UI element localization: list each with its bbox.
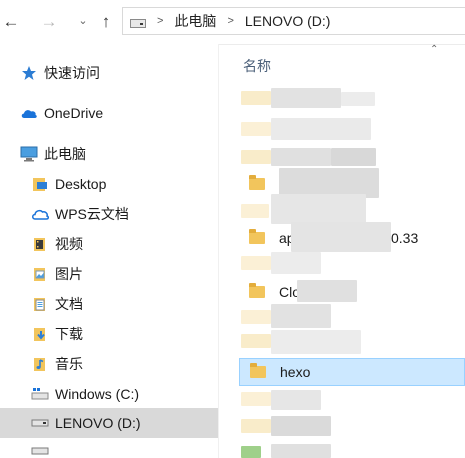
obscured-region xyxy=(271,148,331,166)
arrow-left-icon: ← xyxy=(2,11,20,31)
obscured-region xyxy=(241,91,271,105)
sidebar-item-quick-access[interactable]: 快速访问 xyxy=(0,58,218,88)
obscured-region xyxy=(271,194,366,224)
forward-button[interactable]: → xyxy=(38,10,60,32)
partial-text: 0.33 xyxy=(391,230,419,246)
chevron-down-icon: ⌄ xyxy=(78,14,88,27)
obscured-region xyxy=(291,222,391,252)
obscured-region xyxy=(271,416,331,436)
obscured-region xyxy=(241,150,271,164)
folder-icon xyxy=(249,283,265,298)
sidebar-item-desktop[interactable]: Desktop xyxy=(0,169,218,199)
sidebar-item-label: 音乐 xyxy=(55,356,83,372)
sidebar-item-documents[interactable]: 文档 xyxy=(0,289,218,319)
navigation-pane: 快速访问 OneDrive 此电脑 Desktop WPS云文档 视频 图片 文… xyxy=(0,44,218,458)
sidebar-item-label: 此电脑 xyxy=(44,146,86,162)
sidebar-item-videos[interactable]: 视频 xyxy=(0,229,218,259)
obscured-region xyxy=(271,444,331,458)
arrow-up-icon: ↑ xyxy=(101,11,111,31)
obscured-region xyxy=(271,88,341,108)
sidebar-item-label: 图片 xyxy=(55,266,83,282)
sidebar-item-music[interactable]: 音乐 xyxy=(0,349,218,379)
folder-icon xyxy=(249,229,265,244)
sidebar-item-label: 文档 xyxy=(55,296,83,312)
obscured-region xyxy=(241,122,271,136)
list-item-selected[interactable]: hexo xyxy=(239,358,465,386)
picture-folder-icon xyxy=(31,265,49,283)
obscured-region xyxy=(241,310,271,324)
list-item-label: hexo xyxy=(280,364,311,380)
cloud-icon xyxy=(31,205,49,223)
sidebar-item-label: 快速访问 xyxy=(44,65,100,81)
folder-icon xyxy=(31,175,49,193)
obscured-region xyxy=(271,390,321,410)
obscured-region xyxy=(271,252,321,274)
cloud-icon xyxy=(20,104,38,122)
obscured-region xyxy=(241,446,261,458)
obscured-region xyxy=(241,204,269,218)
obscured-region xyxy=(331,148,376,166)
breadcrumb-this-pc[interactable]: 此电脑 xyxy=(174,11,216,31)
drive-icon xyxy=(31,414,49,432)
obscured-region xyxy=(271,118,371,140)
obscured-region xyxy=(241,256,271,270)
recent-locations-button[interactable]: ⌄ xyxy=(72,10,94,32)
navigation-toolbar: ← → ⌄ ↑ > 此电脑 > LENOVO (D:) xyxy=(0,0,465,45)
sidebar-item-label: OneDrive xyxy=(44,105,104,121)
drive-icon xyxy=(31,444,49,458)
document-folder-icon xyxy=(31,295,49,313)
back-button[interactable]: ← xyxy=(0,10,22,32)
computer-icon xyxy=(20,145,38,163)
address-bar[interactable]: > 此电脑 > LENOVO (D:) xyxy=(122,7,465,35)
download-folder-icon xyxy=(31,325,49,343)
obscured-region xyxy=(271,304,331,328)
sidebar-item-pictures[interactable]: 图片 xyxy=(0,259,218,289)
sort-chevron-icon[interactable]: ⌃ xyxy=(430,44,438,55)
folder-icon xyxy=(249,175,265,190)
sidebar-item-label: Desktop xyxy=(55,176,107,192)
folder-icon xyxy=(250,363,266,378)
sidebar-item-label: WPS云文档 xyxy=(55,206,129,222)
drive-icon xyxy=(130,16,146,28)
sidebar-item-onedrive[interactable]: OneDrive xyxy=(0,98,218,128)
obscured-region xyxy=(241,392,271,406)
star-icon xyxy=(20,64,38,82)
arrow-right-icon: → xyxy=(40,11,58,31)
breadcrumb-separator: > xyxy=(227,15,234,27)
sidebar-item-this-pc[interactable]: 此电脑 xyxy=(0,139,218,169)
sidebar-item-drive-c[interactable]: Windows (C:) xyxy=(0,379,218,409)
name-column-header[interactable]: 名称 xyxy=(243,56,271,76)
obscured-region xyxy=(241,334,271,348)
sidebar-item-label: LENOVO (D:) xyxy=(55,415,141,431)
obscured-region xyxy=(341,92,375,106)
obscured-region xyxy=(297,280,357,302)
obscured-region xyxy=(271,330,361,354)
sidebar-item-drive-d[interactable]: LENOVO (D:) xyxy=(0,408,218,438)
sidebar-item-label: 下载 xyxy=(55,326,83,342)
sidebar-item-label: 视频 xyxy=(55,236,83,252)
obscured-region xyxy=(241,419,271,433)
music-folder-icon xyxy=(31,355,49,373)
file-list: ⌃ 名称 3 ap 0.33 Clo hexo xyxy=(219,44,465,458)
up-button[interactable]: ↑ xyxy=(95,10,117,32)
sidebar-item-wps-cloud[interactable]: WPS云文档 xyxy=(0,199,218,229)
sidebar-item-partial[interactable] xyxy=(0,444,218,458)
video-folder-icon xyxy=(31,235,49,253)
breadcrumb-drive-d[interactable]: LENOVO (D:) xyxy=(245,13,331,29)
breadcrumb-separator: > xyxy=(157,15,164,27)
sidebar-item-label: Windows (C:) xyxy=(55,386,140,402)
drive-icon xyxy=(31,385,49,403)
sidebar-item-downloads[interactable]: 下载 xyxy=(0,319,218,349)
